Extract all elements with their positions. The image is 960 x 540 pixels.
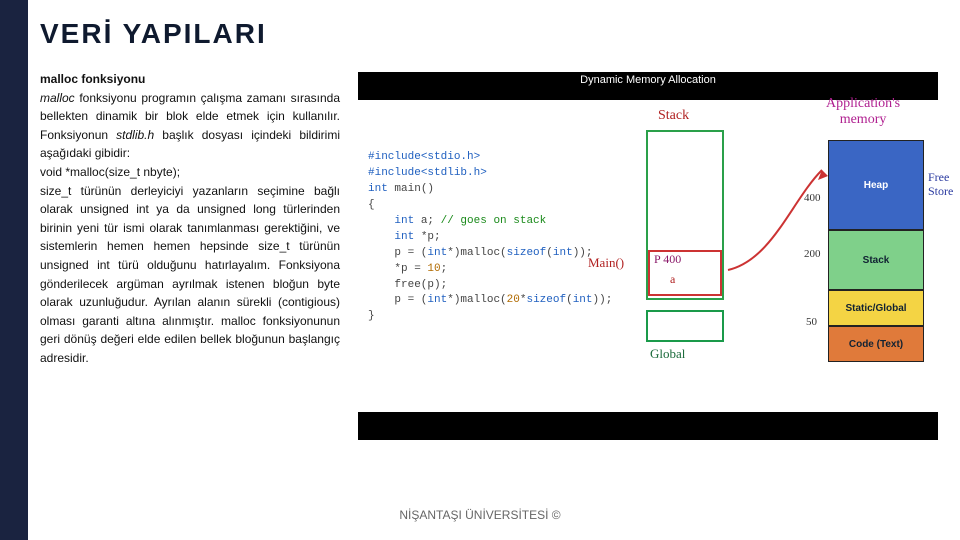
decl-line: void *malloc(size_t nbyte);: [40, 163, 340, 182]
label-global: Global: [650, 346, 685, 362]
accent-bar: [0, 0, 28, 540]
p2: size_t türünün derleyiciyi yazanların se…: [40, 182, 340, 368]
figure-canvas: #include<stdio.h>#include<stdlib.h>int m…: [358, 100, 938, 412]
figure-title: Dynamic Memory Allocation: [358, 74, 938, 86]
mem-seg-heap: Heap: [828, 140, 924, 230]
label-app-memory: Application's memory: [826, 96, 900, 128]
label-a: a: [670, 272, 675, 287]
body-text: malloc fonksiyonu malloc fonksiyonu prog…: [40, 70, 340, 368]
memory-column: HeapStackStatic/GlobalCode (Text): [828, 140, 924, 415]
addr-2: 50: [806, 316, 817, 328]
label-mainc: Main(): [588, 255, 624, 271]
p1-italic: malloc: [40, 91, 75, 105]
globals-box: [646, 310, 724, 342]
p1-italic2: stdlib.h: [116, 128, 154, 142]
pointer-arrow: [722, 140, 832, 300]
subhead: malloc fonksiyonu: [40, 70, 340, 89]
addr-0: 400: [804, 192, 821, 204]
figure: Dynamic Memory Allocation #include<stdio…: [358, 72, 938, 440]
code-block: #include<stdio.h>#include<stdlib.h>int m…: [368, 150, 612, 325]
label-free-store: Free Store: [928, 170, 953, 199]
page-title: VERİ YAPILARI: [40, 18, 267, 50]
label-p400: P 400: [654, 252, 681, 267]
mem-seg-static-global: Static/Global: [828, 290, 924, 326]
footer: NİŞANTAŞI ÜNİVERSİTESİ ©: [0, 508, 960, 522]
mem-seg-stack: Stack: [828, 230, 924, 290]
mem-seg-code-text-: Code (Text): [828, 326, 924, 362]
addr-1: 200: [804, 248, 821, 260]
label-stack: Stack: [658, 108, 689, 124]
